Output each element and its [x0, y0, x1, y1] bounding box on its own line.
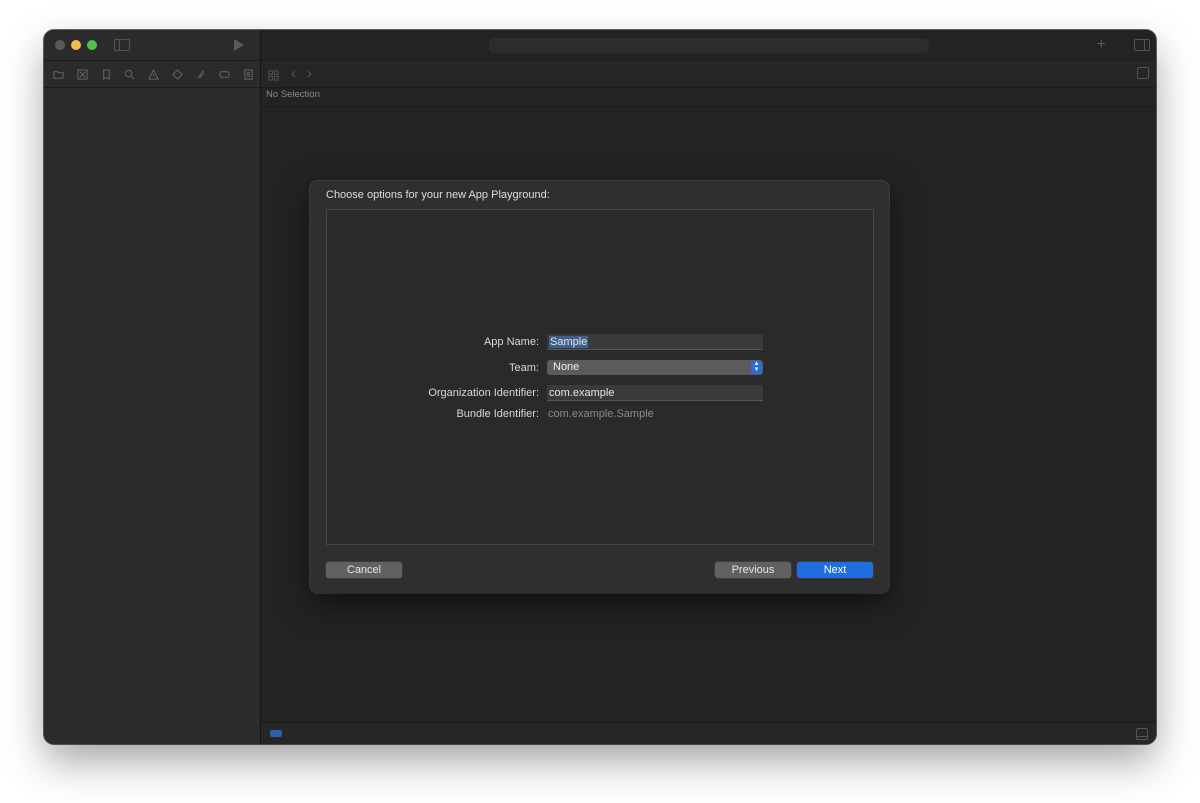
- app-name-row: App Name: Sample: [327, 334, 873, 352]
- app-name-label: App Name:: [483, 336, 539, 348]
- app-name-field[interactable]: Sample: [547, 334, 763, 350]
- options-panel: App Name: Sample Team: None ▴ ▾ Organizat…: [326, 209, 874, 545]
- close-window-button[interactable]: [55, 40, 65, 50]
- related-items-grid-icon[interactable]: [268, 68, 279, 81]
- window-toolbar-left: [44, 30, 260, 60]
- jump-bar: No Selection: [261, 87, 1156, 107]
- minimize-window-button[interactable]: [71, 40, 81, 50]
- bundle-identifier-value: com.example.Sample: [548, 408, 654, 420]
- editor-tab-bar: ‹ ›: [261, 60, 1156, 88]
- inspector-toggle-icon[interactable]: [1134, 39, 1150, 51]
- chevron-right-icon[interactable]: ›: [307, 65, 312, 82]
- app-name-value: Sample: [549, 336, 589, 348]
- team-row: Team: None ▴ ▾: [327, 360, 873, 378]
- breakpoint-icon[interactable]: [213, 62, 237, 86]
- chevron-left-icon[interactable]: ‹: [291, 65, 296, 82]
- status-indicator[interactable]: [270, 730, 282, 737]
- search-icon[interactable]: [118, 62, 142, 86]
- organization-identifier-label: Organization Identifier:: [428, 387, 539, 399]
- previous-button[interactable]: Previous: [715, 562, 791, 578]
- sidebar-toggle-icon[interactable]: [114, 39, 130, 51]
- organization-identifier-row: Organization Identifier: com.example: [327, 385, 873, 403]
- debug-status-bar: [261, 722, 1156, 744]
- new-playground-options-sheet: Choose options for your new App Playgrou…: [310, 181, 889, 593]
- zoom-window-button[interactable]: [87, 40, 97, 50]
- add-editor-icon[interactable]: [1137, 67, 1149, 79]
- bundle-identifier-row: Bundle Identifier: com.example.Sample: [327, 406, 873, 424]
- activity-viewer: [489, 38, 929, 53]
- cancel-button[interactable]: Cancel: [326, 562, 402, 578]
- organization-identifier-value: com.example: [549, 387, 615, 399]
- run-icon[interactable]: [234, 39, 244, 51]
- next-button[interactable]: Next: [797, 562, 873, 578]
- team-popup[interactable]: None ▴ ▾: [547, 360, 763, 375]
- bundle-identifier-label: Bundle Identifier:: [456, 408, 539, 420]
- team-label: Team:: [509, 362, 539, 374]
- test-icon[interactable]: [165, 62, 189, 86]
- organization-identifier-field[interactable]: com.example: [547, 385, 763, 401]
- sheet-title: Choose options for your new App Playgrou…: [326, 189, 550, 201]
- report-icon[interactable]: [236, 62, 260, 86]
- debug-area-toggle-icon[interactable]: [1136, 728, 1148, 740]
- up-down-chevron-icon: ▴ ▾: [751, 360, 762, 374]
- folder-icon[interactable]: [47, 62, 71, 86]
- source-control-icon[interactable]: [71, 62, 95, 86]
- navigator-sidebar: [44, 30, 261, 744]
- debug-icon[interactable]: [189, 62, 213, 86]
- jump-bar-label: No Selection: [266, 89, 320, 100]
- add-icon[interactable]: +: [1097, 37, 1106, 53]
- navigator-selector-bar: [44, 60, 260, 88]
- bookmark-icon[interactable]: [94, 62, 118, 86]
- warning-icon[interactable]: [142, 62, 166, 86]
- window-toolbar-right: +: [261, 30, 1156, 60]
- team-value: None: [553, 361, 580, 373]
